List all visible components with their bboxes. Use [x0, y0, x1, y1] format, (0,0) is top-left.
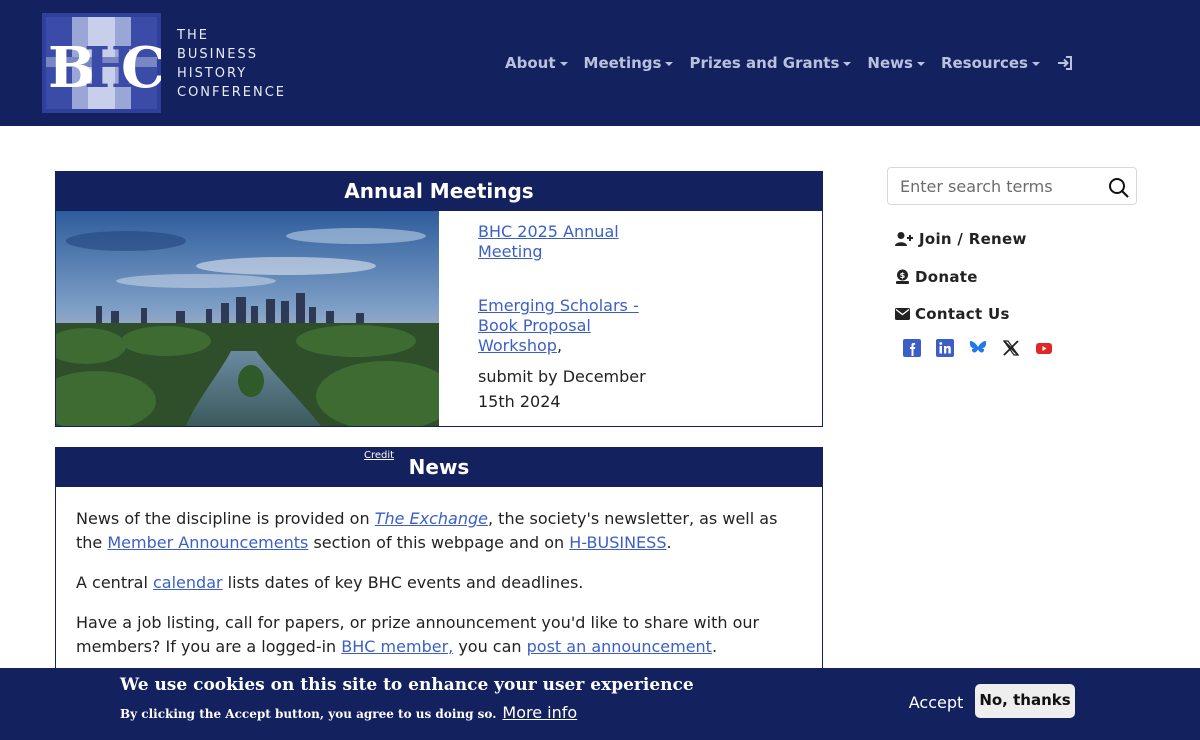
nav-prizes-label: Prizes and Grants — [689, 54, 840, 72]
text: News of the discipline is provided on — [76, 509, 375, 528]
annual-meetings-card: Annual Meetings BHC 2025 Annual Meeting … — [55, 171, 823, 427]
bhc-logo-graphic: B H C — [42, 13, 161, 113]
member-announcements-link[interactable]: Member Announcements — [107, 533, 308, 552]
nav-about[interactable]: About — [505, 54, 568, 72]
atlanta-skyline-image — [56, 211, 439, 426]
caret-down-icon — [916, 62, 925, 66]
contact-us-link[interactable]: Contact Us — [895, 305, 1010, 323]
sign-in-icon[interactable] — [1056, 54, 1074, 72]
calendar-link[interactable]: calendar — [153, 573, 223, 592]
nav-news[interactable]: News — [867, 54, 925, 72]
news-body: News of the discipline is provided on Th… — [56, 487, 822, 659]
brand-line: BUSINESS — [177, 47, 258, 62]
text: section of this webpage and on — [308, 533, 570, 552]
contact-us-label: Contact Us — [915, 305, 1010, 323]
nav-news-label: News — [867, 54, 913, 72]
link-suffix: , — [556, 336, 563, 355]
more-info-link[interactable]: More info — [502, 703, 577, 722]
donate-icon: $ — [896, 269, 909, 284]
nav-meetings-label: Meetings — [583, 54, 662, 72]
site-brand-text[interactable]: THE BUSINESS HISTORY CONFERENCE — [177, 26, 286, 102]
news-title: News — [408, 455, 470, 479]
join-renew-label: Join / Renew — [919, 230, 1027, 248]
no-thanks-button[interactable]: No, thanks — [975, 684, 1075, 718]
search-box — [887, 167, 1137, 205]
caret-down-icon — [843, 62, 852, 66]
nav-resources[interactable]: Resources — [941, 54, 1040, 72]
h-business-link[interactable]: H-BUSINESS — [569, 533, 666, 552]
skyline-photo — [56, 211, 439, 426]
text: A central — [76, 573, 153, 592]
bhc-2025-annual-meeting-link[interactable]: BHC 2025 Annual Meeting — [478, 222, 668, 262]
linkedin-icon[interactable] — [936, 339, 954, 357]
main-nav: About Meetings Prizes and Grants News Re… — [505, 52, 1074, 74]
search-input[interactable] — [900, 168, 1100, 204]
submit-deadline-text: submit by December 15th 2024 — [478, 367, 646, 411]
social-links — [903, 339, 1068, 357]
caret-down-icon — [665, 62, 674, 66]
image-credit-link[interactable]: Credit — [364, 450, 394, 461]
caret-down-icon — [559, 62, 568, 66]
text: . — [666, 533, 672, 552]
svg-text:$: $ — [900, 271, 906, 280]
nav-about-label: About — [505, 54, 556, 72]
user-plus-icon — [895, 232, 913, 246]
brand-line: CONFERENCE — [177, 85, 286, 100]
search-icon[interactable] — [1108, 177, 1129, 198]
brand-line: THE — [177, 28, 209, 43]
nav-meetings[interactable]: Meetings — [584, 54, 674, 72]
news-paragraph-2: A central calendar lists dates of key BH… — [76, 571, 802, 595]
text: . — [711, 637, 718, 656]
join-renew-link[interactable]: Join / Renew — [895, 230, 1027, 248]
accept-button[interactable]: Accept — [903, 686, 969, 720]
bluesky-icon[interactable] — [969, 339, 987, 357]
cookie-subtext: By clicking the Accept button, you agree… — [120, 703, 577, 722]
facebook-icon[interactable] — [903, 339, 921, 357]
donate-label: Donate — [915, 268, 978, 286]
news-card: News Credit News of the discipline is pr… — [55, 447, 823, 687]
text: lists dates of key BHC events and deadli… — [222, 573, 584, 592]
the-exchange-link[interactable]: The Exchange — [375, 509, 488, 528]
nav-prizes-and-grants[interactable]: Prizes and Grants — [689, 54, 852, 72]
text: you can — [453, 637, 527, 656]
nav-resources-label: Resources — [940, 54, 1028, 72]
cookie-banner: We use cookies on this site to enhance y… — [0, 668, 1200, 740]
post-announcement-link[interactable]: post an announcement — [527, 637, 712, 656]
news-heading: News — [56, 448, 822, 487]
envelope-icon — [895, 308, 910, 320]
cookie-consent-text: By clicking the Accept button, you agree… — [120, 707, 497, 721]
youtube-icon[interactable] — [1035, 339, 1053, 357]
site-header: B H C THE BUSINESS HISTORY CONFERENCE Ab… — [0, 0, 1200, 126]
bhc-logo[interactable]: B H C — [42, 13, 161, 113]
news-paragraph-3: Have a job listing, call for papers, or … — [76, 611, 802, 659]
caret-down-icon — [1031, 62, 1040, 66]
meeting-links: BHC 2025 Annual Meeting Emerging Scholar… — [478, 222, 668, 414]
annual-meetings-heading: Annual Meetings — [56, 172, 822, 211]
cookie-title: We use cookies on this site to enhance y… — [120, 675, 694, 695]
svg-text:C: C — [121, 35, 161, 101]
bhc-member-link[interactable]: BHC member, — [341, 637, 453, 656]
news-paragraph-1: News of the discipline is provided on Th… — [76, 507, 802, 555]
x-icon[interactable] — [1002, 339, 1020, 357]
donate-link[interactable]: $ Donate — [895, 268, 978, 286]
brand-line: HISTORY — [177, 66, 248, 81]
